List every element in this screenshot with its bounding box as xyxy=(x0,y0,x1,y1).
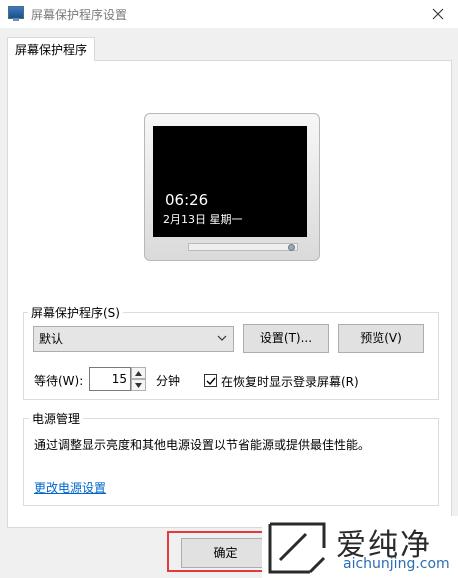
resume-logon-checkbox[interactable] xyxy=(204,374,217,387)
preview-date: 2月13日 星期一 xyxy=(163,213,243,226)
window-title: 屏幕保护程序设置 xyxy=(31,8,128,22)
wait-decrement-button[interactable] xyxy=(131,379,146,391)
preview-button[interactable]: 预览(V) xyxy=(338,324,424,353)
checkmark-icon xyxy=(206,377,216,385)
ok-button[interactable]: 确定 xyxy=(181,538,270,568)
title-bar: 屏幕保护程序设置 xyxy=(0,0,458,28)
wait-minutes-input[interactable]: 15 xyxy=(89,367,131,391)
screensaver-app-icon xyxy=(8,6,24,21)
power-description: 通过调整显示亮度和其他电源设置以节省能源或提供最佳性能。 xyxy=(34,438,371,452)
chevron-down-icon xyxy=(217,335,227,341)
screensaver-select-value: 默认 xyxy=(39,332,64,346)
resume-logon-label[interactable]: 在恢复时显示登录屏幕(R) xyxy=(221,373,359,390)
caret-up-icon xyxy=(135,370,142,376)
monitor-power-led xyxy=(288,244,295,251)
watermark-logo xyxy=(268,522,326,574)
monitor-bezel-bar xyxy=(188,243,298,251)
wait-increment-button[interactable] xyxy=(131,367,146,379)
close-icon xyxy=(432,8,444,20)
change-power-settings-link[interactable]: 更改电源设置 xyxy=(34,479,106,496)
wait-unit-label: 分钟 xyxy=(156,374,181,388)
tab-screensaver[interactable]: 屏幕保护程序 xyxy=(7,37,95,61)
wait-label: 等待(W): xyxy=(34,374,84,388)
screensaver-select[interactable]: 默认 xyxy=(33,326,234,352)
close-button[interactable] xyxy=(418,0,458,28)
power-group-legend: 电源管理 xyxy=(29,410,84,427)
preview-time: 06:26 xyxy=(165,191,209,209)
screensaver-group-legend: 屏幕保护程序(S) xyxy=(28,304,123,321)
watermark-url: aichunjing.com xyxy=(343,556,450,572)
settings-button[interactable]: 设置(T)... xyxy=(243,324,329,353)
caret-down-icon xyxy=(135,382,142,388)
